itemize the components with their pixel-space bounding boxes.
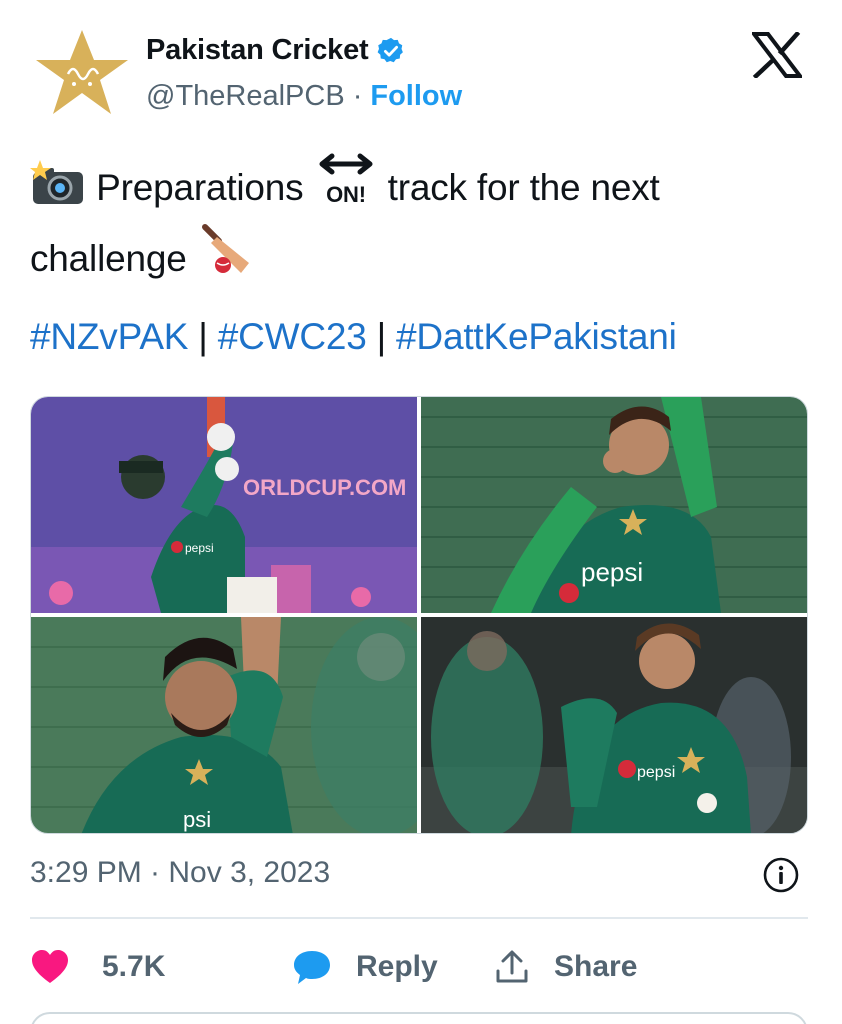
divider (30, 917, 808, 919)
pcb-star-logo (36, 30, 128, 114)
share-icon (496, 950, 528, 983)
reply-label: Reply (356, 950, 438, 983)
info-icon[interactable] (762, 856, 800, 894)
tweet-timestamp[interactable]: 3:29 PM · Nov 3, 2023 (30, 856, 330, 890)
banner-text: ORLDCUP.COM (243, 475, 406, 500)
media-photo-bowler-ball[interactable]: pepsi (421, 617, 807, 833)
cricket-bat-emoji (197, 221, 253, 292)
heart-icon (32, 950, 68, 983)
sponsor-text: pepsi (185, 541, 214, 555)
tweet-text-part3: challenge (30, 238, 187, 279)
reply-button[interactable]: Reply (292, 949, 494, 985)
x-logo-icon[interactable] (752, 32, 802, 78)
media-grid: ORLDCUP.COM pepsi pepsi psi pepsi (30, 396, 808, 834)
tweet-header: Pakistan Cricket @TheRealPCB · Follow (30, 28, 820, 118)
avatar[interactable] (30, 28, 134, 118)
author-display-name[interactable]: Pakistan Cricket (146, 34, 369, 67)
tweet-text: Preparations ON! track for the next chal… (30, 150, 810, 292)
camera-flash-emoji (30, 160, 86, 221)
author-name-row[interactable]: Pakistan Cricket (146, 34, 406, 67)
like-button[interactable]: 5.7K (30, 949, 292, 985)
author-handle[interactable]: @TheRealPCB (146, 80, 345, 113)
verified-badge-icon (378, 37, 404, 62)
like-count: 5.7K (102, 950, 166, 983)
hashtag-link[interactable]: #DattKePakistani (396, 316, 677, 357)
hashtag-link[interactable]: #NZvPAK (30, 316, 188, 357)
hashtag-link[interactable]: #CWC23 (218, 316, 367, 357)
follow-button[interactable]: Follow (370, 80, 462, 113)
sponsor-text: pepsi (581, 557, 643, 587)
read-replies-button[interactable] (30, 1012, 808, 1024)
reply-bubble-icon (294, 951, 330, 984)
sponsor-text: psi (183, 807, 211, 832)
share-label: Share (554, 950, 638, 983)
hashtag-separator: | (198, 316, 208, 357)
sponsor-text: pepsi (637, 764, 675, 781)
tweet-text-part2: track for the next (387, 167, 660, 208)
tweet-text-part1: Preparations (96, 167, 304, 208)
media-photo-bowler[interactable]: pepsi (421, 397, 807, 613)
author-handle-row: @TheRealPCB · Follow (146, 80, 462, 113)
handle-separator: · (352, 80, 363, 112)
media-photo-batter[interactable]: ORLDCUP.COM pepsi (31, 397, 417, 613)
on-emoji-label: ON! (326, 182, 366, 206)
hashtag-row: #NZvPAK | #CWC23 | #DattKePakistani (30, 316, 677, 358)
action-bar: 5.7K Reply Share (30, 942, 637, 992)
share-button[interactable]: Share (494, 949, 637, 985)
hashtag-separator: | (376, 316, 387, 357)
media-photo-bowling-action[interactable]: psi (31, 617, 417, 833)
on-arrow-emoji: ON! (314, 150, 378, 221)
